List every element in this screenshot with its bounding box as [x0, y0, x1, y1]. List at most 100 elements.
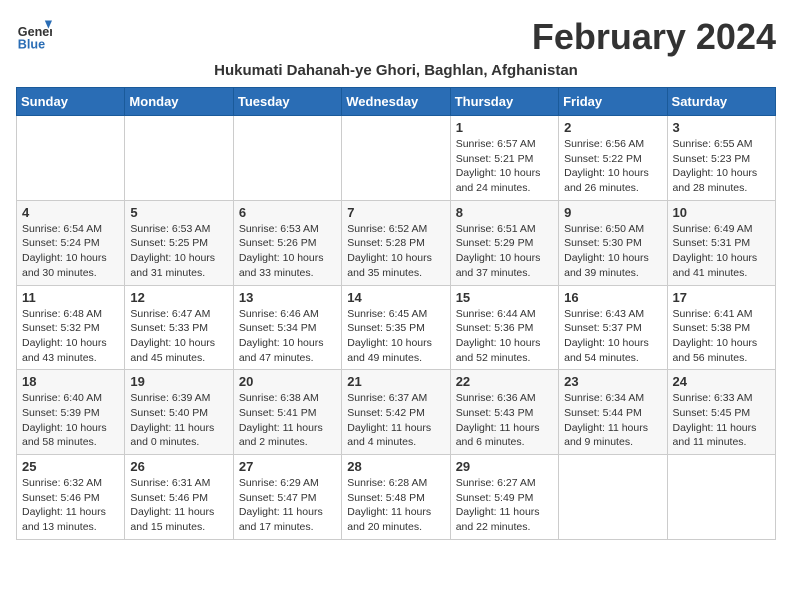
day-number: 16 [564, 290, 661, 305]
calendar-cell: 5Sunrise: 6:53 AMSunset: 5:25 PMDaylight… [125, 200, 233, 285]
day-number: 17 [673, 290, 770, 305]
logo-icon: General Blue [16, 16, 52, 52]
calendar-cell: 22 Sunrise: 6:36 AMSunset: 5:43 PMDayligh… [450, 370, 558, 455]
calendar-cell: 11Sunrise: 6:48 AMSunset: 5:32 PMDayligh… [17, 285, 125, 370]
day-number: 1 [456, 120, 553, 135]
calendar-cell: 2 Sunrise: 6:56 AMSunset: 5:22 PMDaylight… [559, 116, 667, 201]
day-info: Sunrise: 6:31 AMSunset: 5:46 PMDaylight:… [130, 476, 227, 535]
day-info: Sunrise: 6:32 AMSunset: 5:46 PMDaylight:… [22, 476, 119, 535]
day-number: 15 [456, 290, 553, 305]
day-info: Sunrise: 6:54 AMSunset: 5:24 PMDaylight:… [22, 222, 119, 281]
day-info: Sunrise: 6:33 AMSunset: 5:45 PMDaylight:… [673, 391, 770, 450]
day-info: Sunrise: 6:53 AMSunset: 5:26 PMDaylight:… [239, 222, 336, 281]
calendar-cell: 17 Sunrise: 6:41 AMSunset: 5:38 PMDayligh… [667, 285, 775, 370]
calendar-table: SundayMondayTuesdayWednesdayThursdayFrid… [16, 87, 776, 540]
day-info: Sunrise: 6:36 AMSunset: 5:43 PMDaylight:… [456, 391, 553, 450]
calendar-cell: 3 Sunrise: 6:55 AMSunset: 5:23 PMDaylight… [667, 116, 775, 201]
calendar-cell: 26 Sunrise: 6:31 AMSunset: 5:46 PMDayligh… [125, 455, 233, 540]
day-info: Sunrise: 6:41 AMSunset: 5:38 PMDaylight:… [673, 307, 770, 366]
calendar-cell [667, 455, 775, 540]
day-info: Sunrise: 6:56 AMSunset: 5:22 PMDaylight:… [564, 137, 661, 196]
calendar-cell: 23 Sunrise: 6:34 AMSunset: 5:44 PMDayligh… [559, 370, 667, 455]
day-number: 2 [564, 120, 661, 135]
week-row-1: 1 Sunrise: 6:57 AMSunset: 5:21 PMDaylight… [17, 116, 776, 201]
day-number: 24 [673, 374, 770, 389]
day-info: Sunrise: 6:51 AMSunset: 5:29 PMDaylight:… [456, 222, 553, 281]
day-number: 28 [347, 459, 444, 474]
day-info: Sunrise: 6:43 AMSunset: 5:37 PMDaylight:… [564, 307, 661, 366]
day-number: 27 [239, 459, 336, 474]
day-number: 6 [239, 205, 336, 220]
calendar-cell: 25 Sunrise: 6:32 AMSunset: 5:46 PMDayligh… [17, 455, 125, 540]
day-info: Sunrise: 6:49 AMSunset: 5:31 PMDaylight:… [673, 222, 770, 281]
calendar-cell: 15 Sunrise: 6:44 AMSunset: 5:36 PMDayligh… [450, 285, 558, 370]
calendar-cell: 28Sunrise: 6:28 AMSunset: 5:48 PMDayligh… [342, 455, 450, 540]
calendar-cell [342, 116, 450, 201]
calendar-body: 1 Sunrise: 6:57 AMSunset: 5:21 PMDaylight… [17, 116, 776, 540]
calendar-cell: 20 Sunrise: 6:38 AMSunset: 5:41 PMDayligh… [233, 370, 341, 455]
calendar-cell: 21 Sunrise: 6:37 AMSunset: 5:42 PMDayligh… [342, 370, 450, 455]
day-info: Sunrise: 6:57 AMSunset: 5:21 PMDaylight:… [456, 137, 553, 196]
day-number: 22 [456, 374, 553, 389]
day-info: Sunrise: 6:38 AMSunset: 5:41 PMDaylight:… [239, 391, 336, 450]
day-number: 19 [130, 374, 227, 389]
header: General Blue February 2024 [16, 16, 776, 58]
day-info: Sunrise: 6:37 AMSunset: 5:42 PMDaylight:… [347, 391, 444, 450]
day-info: Sunrise: 6:53 AMSunset: 5:25 PMDaylight:… [130, 222, 227, 281]
day-info: Sunrise: 6:50 AMSunset: 5:30 PMDaylight:… [564, 222, 661, 281]
calendar-cell [233, 116, 341, 201]
calendar-cell: 8Sunrise: 6:51 AMSunset: 5:29 PMDaylight… [450, 200, 558, 285]
day-number: 18 [22, 374, 119, 389]
calendar-cell: 12 Sunrise: 6:47 AMSunset: 5:33 PMDayligh… [125, 285, 233, 370]
day-info: Sunrise: 6:29 AMSunset: 5:47 PMDaylight:… [239, 476, 336, 535]
day-number: 21 [347, 374, 444, 389]
day-number: 7 [347, 205, 444, 220]
calendar-cell [559, 455, 667, 540]
calendar-cell: 10 Sunrise: 6:49 AMSunset: 5:31 PMDayligh… [667, 200, 775, 285]
svg-text:Blue: Blue [18, 37, 45, 51]
weekday-header-sunday: Sunday [17, 88, 125, 116]
day-number: 13 [239, 290, 336, 305]
day-info: Sunrise: 6:27 AMSunset: 5:49 PMDaylight:… [456, 476, 553, 535]
weekday-header-wednesday: Wednesday [342, 88, 450, 116]
day-number: 10 [673, 205, 770, 220]
calendar-cell: 29 Sunrise: 6:27 AMSunset: 5:49 PMDayligh… [450, 455, 558, 540]
calendar-cell: 14Sunrise: 6:45 AMSunset: 5:35 PMDayligh… [342, 285, 450, 370]
calendar-cell: 9 Sunrise: 6:50 AMSunset: 5:30 PMDaylight… [559, 200, 667, 285]
day-info: Sunrise: 6:45 AMSunset: 5:35 PMDaylight:… [347, 307, 444, 366]
calendar-cell [17, 116, 125, 201]
weekday-header-saturday: Saturday [667, 88, 775, 116]
calendar-cell: 24 Sunrise: 6:33 AMSunset: 5:45 PMDayligh… [667, 370, 775, 455]
day-number: 12 [130, 290, 227, 305]
day-info: Sunrise: 6:47 AMSunset: 5:33 PMDaylight:… [130, 307, 227, 366]
weekday-header-row: SundayMondayTuesdayWednesdayThursdayFrid… [17, 88, 776, 116]
day-number: 20 [239, 374, 336, 389]
day-info: Sunrise: 6:34 AMSunset: 5:44 PMDaylight:… [564, 391, 661, 450]
day-number: 26 [130, 459, 227, 474]
week-row-5: 25 Sunrise: 6:32 AMSunset: 5:46 PMDayligh… [17, 455, 776, 540]
calendar-cell: 18Sunrise: 6:40 AMSunset: 5:39 PMDayligh… [17, 370, 125, 455]
day-number: 23 [564, 374, 661, 389]
calendar-cell: 6 Sunrise: 6:53 AMSunset: 5:26 PMDaylight… [233, 200, 341, 285]
calendar-cell: 16 Sunrise: 6:43 AMSunset: 5:37 PMDayligh… [559, 285, 667, 370]
day-info: Sunrise: 6:46 AMSunset: 5:34 PMDaylight:… [239, 307, 336, 366]
calendar-cell: 1 Sunrise: 6:57 AMSunset: 5:21 PMDaylight… [450, 116, 558, 201]
day-number: 29 [456, 459, 553, 474]
day-info: Sunrise: 6:52 AMSunset: 5:28 PMDaylight:… [347, 222, 444, 281]
day-number: 3 [673, 120, 770, 135]
weekday-header-thursday: Thursday [450, 88, 558, 116]
day-info: Sunrise: 6:55 AMSunset: 5:23 PMDaylight:… [673, 137, 770, 196]
weekday-header-monday: Monday [125, 88, 233, 116]
day-number: 25 [22, 459, 119, 474]
day-number: 9 [564, 205, 661, 220]
calendar-cell: 7 Sunrise: 6:52 AMSunset: 5:28 PMDaylight… [342, 200, 450, 285]
day-info: Sunrise: 6:44 AMSunset: 5:36 PMDaylight:… [456, 307, 553, 366]
title-area: February 2024 [532, 16, 776, 58]
day-number: 4 [22, 205, 119, 220]
weekday-header-friday: Friday [559, 88, 667, 116]
calendar-cell: 27 Sunrise: 6:29 AMSunset: 5:47 PMDayligh… [233, 455, 341, 540]
week-row-3: 11Sunrise: 6:48 AMSunset: 5:32 PMDayligh… [17, 285, 776, 370]
calendar-cell: 19Sunrise: 6:39 AMSunset: 5:40 PMDayligh… [125, 370, 233, 455]
day-info: Sunrise: 6:48 AMSunset: 5:32 PMDaylight:… [22, 307, 119, 366]
calendar-cell [125, 116, 233, 201]
